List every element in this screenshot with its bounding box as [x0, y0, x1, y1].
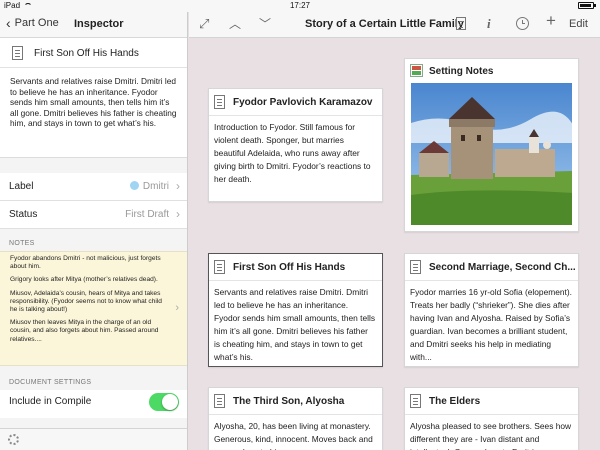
- clock: 17:27: [289, 1, 311, 10]
- note-line: Grigory looks after Mitya (mother’s rela…: [10, 276, 158, 284]
- status-value: First Draft: [125, 209, 169, 220]
- note-line: Miusov, Adelaida’s cousin, hears of Mity…: [10, 289, 162, 314]
- card-title: First Son Off His Hands: [233, 262, 346, 273]
- expand-icon[interactable]: ⤢: [199, 16, 209, 32]
- note-line: Fyodor abandons Dmitri - not malicious, …: [10, 255, 161, 271]
- index-card[interactable]: The Elders Alyosha pleased to see brothe…: [404, 387, 579, 450]
- card-title: Second Marriage, Second Ch...: [429, 262, 576, 273]
- notes-header: NOTES: [9, 240, 35, 247]
- gear-icon[interactable]: [8, 434, 19, 445]
- card-synopsis: Introduction to Fyodor. Still famous for…: [214, 122, 371, 184]
- card-synopsis: Alyosha pleased to see brothers. Sees ho…: [410, 421, 572, 450]
- inspector-nav-bar: ‹ Part One Inspector: [0, 12, 187, 38]
- label-value-text: Dmitri: [142, 181, 169, 192]
- clock-icon[interactable]: [516, 17, 529, 30]
- chevron-right-icon: ›: [176, 179, 180, 193]
- corkboard-title: Story of a Certain Little Family: [305, 18, 464, 30]
- status-row[interactable]: Status First Draft ›: [0, 201, 187, 229]
- card-title: The Third Son, Alyosha: [233, 396, 345, 407]
- index-card-selected[interactable]: First Son Off His Hands Servants and rel…: [208, 253, 383, 367]
- include-in-compile-toggle[interactable]: [149, 393, 179, 411]
- document-title: First Son Off His Hands: [34, 48, 139, 59]
- back-button[interactable]: ‹ Part One: [6, 14, 59, 31]
- battery-icon: [578, 2, 596, 9]
- add-icon[interactable]: +: [546, 12, 556, 29]
- image-icon: [410, 64, 423, 77]
- synopsis-text[interactable]: Servants and relatives raise Dmitri. Dmi…: [0, 68, 187, 158]
- index-card[interactable]: The Third Son, Alyosha Alyosha, 20, has …: [208, 387, 383, 450]
- document-icon: [410, 260, 421, 274]
- inspector-footer: [0, 428, 187, 450]
- label-color-dot: [129, 181, 139, 190]
- edit-button[interactable]: Edit: [569, 18, 588, 30]
- card-title: Fyodor Pavlovich Karamazov: [233, 97, 373, 108]
- back-label: Part One: [14, 17, 59, 29]
- document-icon: [410, 394, 421, 408]
- card-synopsis: Servants and relatives raise Dmitri. Dmi…: [214, 287, 376, 362]
- status-bar: iPad 17:27: [0, 0, 600, 12]
- document-settings-header: DOCUMENT SETTINGS: [9, 379, 92, 386]
- document-icon: [214, 394, 225, 408]
- card-synopsis: Alyosha, 20, has been living at monaster…: [214, 421, 373, 450]
- info-icon[interactable]: i: [487, 16, 491, 32]
- card-title: The Elders: [429, 396, 481, 407]
- fortress-photo: [411, 83, 572, 225]
- label-key: Label: [9, 181, 34, 192]
- chevron-right-icon: ›: [175, 302, 179, 314]
- chevron-up-icon[interactable]: ︿: [229, 16, 241, 32]
- label-row[interactable]: Label Dmitri ›: [0, 173, 187, 201]
- notes-area[interactable]: Fyodor abandons Dmitri - not malicious, …: [0, 251, 187, 366]
- card-synopsis: Fyodor marries 16 yr-old Sofia (elopemen…: [410, 287, 572, 362]
- chevron-left-icon: ‹: [6, 14, 11, 31]
- inspector-panel: ‹ Part One Inspector First Son Off His H…: [0, 12, 188, 450]
- image-card[interactable]: Setting Notes: [404, 58, 579, 232]
- index-card[interactable]: Second Marriage, Second Ch... Fyodor mar…: [404, 253, 579, 367]
- include-in-compile-row: Include in Compile: [0, 390, 187, 418]
- chevron-right-icon: ›: [176, 207, 180, 221]
- document-icon: [12, 46, 23, 60]
- document-title-row[interactable]: First Son Off His Hands: [0, 38, 187, 68]
- include-in-compile-label: Include in Compile: [9, 396, 92, 407]
- chevron-down-icon[interactable]: ﹀: [259, 16, 271, 32]
- main-toolbar: ⤢ ︿ ﹀ Story of a Certain Little Family i…: [189, 12, 600, 38]
- index-card[interactable]: Fyodor Pavlovich Karamazov Introduction …: [208, 88, 383, 202]
- status-key: Status: [9, 209, 38, 220]
- document-icon: [214, 260, 225, 274]
- inspector-title: Inspector: [74, 18, 124, 30]
- document-icon: [214, 95, 225, 109]
- card-title: Setting Notes: [429, 66, 494, 77]
- note-line: Miusov then leaves Mitya in the charge o…: [10, 319, 159, 343]
- document-icon[interactable]: [456, 17, 466, 30]
- label-value: Dmitri: [129, 181, 169, 192]
